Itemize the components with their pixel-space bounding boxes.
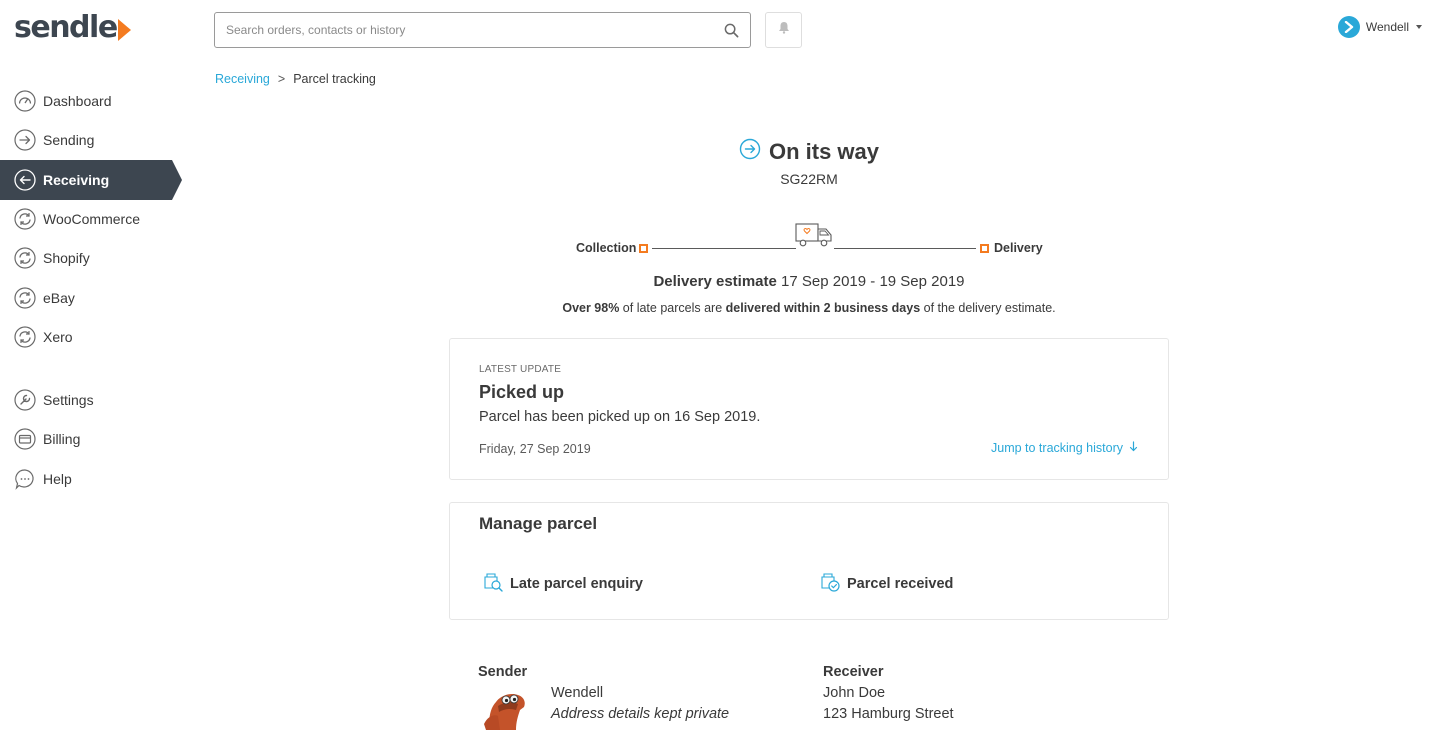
progress-line-left (652, 248, 796, 249)
sidebar-item-billing[interactable]: Billing (0, 419, 172, 459)
manage-parcel-title: Manage parcel (479, 514, 598, 533)
breadcrumb-link-receiving[interactable]: Receiving (215, 72, 270, 86)
progress-start-label: Collection (576, 241, 637, 255)
sendle-logo[interactable]: sendle (14, 12, 131, 44)
receiver-address: 123 Hamburg Street (823, 706, 954, 722)
sidebar-item-label: Sending (43, 132, 95, 148)
sender-label: Sender (478, 664, 528, 680)
search-bar[interactable] (214, 12, 751, 48)
sidebar-item-label: Xero (43, 329, 73, 345)
parcel-check-icon (819, 571, 841, 597)
arrow-right-circle-icon (739, 138, 761, 165)
late-note-emphasis: delivered within 2 business days (725, 301, 921, 315)
progress-start-marker (639, 244, 648, 253)
logo-arrow-icon (117, 18, 131, 41)
jump-to-history-link[interactable]: Jump to tracking history (991, 441, 1138, 455)
status-title: On its way (768, 138, 880, 164)
sidebar-item-label: Help (43, 471, 72, 487)
jump-link-label: Jump to tracking history (991, 441, 1123, 455)
sidebar-item-label: Billing (43, 431, 81, 447)
latest-update-card: LATEST UPDATE Picked up Parcel has been … (449, 338, 1169, 480)
receiver-label: Receiver (823, 664, 884, 680)
dashboard-icon (14, 90, 36, 112)
sidebar-item-sending[interactable]: Sending (0, 120, 172, 160)
latest-update-title: Picked up (479, 382, 565, 402)
bell-icon (778, 21, 790, 39)
sidebar-item-label: eBay (43, 290, 75, 306)
sender-address: Address details kept private (551, 706, 730, 722)
receiver-name: John Doe (823, 685, 886, 701)
progress-line-right (834, 248, 976, 249)
latest-update-date: Friday, 27 Sep 2019 (479, 442, 591, 456)
late-parcel-enquiry-button[interactable]: Late parcel enquiry (482, 571, 643, 597)
parcel-received-button[interactable]: Parcel received (819, 571, 953, 597)
progress-end-marker (980, 244, 989, 253)
user-name: Wendell (1365, 20, 1409, 34)
search-icon[interactable] (723, 22, 739, 38)
sync-icon (14, 247, 36, 269)
arrow-left-circle-icon (14, 169, 36, 191)
sidebar-item-label: WooCommerce (43, 211, 140, 227)
avatar (1337, 16, 1360, 38)
late-parcel-note: Over 98% of late parcels are delivered w… (500, 301, 1118, 315)
wrench-icon (14, 389, 36, 411)
card-icon (14, 428, 36, 450)
sender-name: Wendell (551, 685, 604, 701)
chevron-down-icon (1416, 25, 1422, 29)
late-note-percent: Over 98% (562, 301, 620, 315)
sidebar-item-receiving[interactable]: Receiving (0, 160, 182, 200)
delivery-progress: Collection Delivery (560, 220, 1060, 260)
late-note-text-1: of late parcels are (619, 301, 726, 315)
sidebar-item-settings[interactable]: Settings (0, 380, 172, 420)
arrow-right-circle-icon (14, 129, 36, 151)
sync-icon (14, 287, 36, 309)
status-header: On its way (580, 138, 1038, 165)
estimate-range: 17 Sep 2019 - 19 Sep 2019 (781, 273, 965, 290)
logo-text: sendle (14, 10, 118, 45)
delivery-truck-icon (794, 220, 834, 250)
breadcrumb-separator: > (277, 72, 286, 86)
sidebar-item-label: Shopify (43, 250, 90, 266)
breadcrumb-current: Parcel tracking (293, 72, 376, 86)
chat-icon (14, 468, 36, 490)
sidebar-item-label: Settings (43, 392, 94, 408)
late-note-text-2: of the delivery estimate. (920, 301, 1056, 315)
tracking-number: SG22RM (780, 171, 838, 187)
notifications-button[interactable] (765, 12, 802, 48)
sidebar-item-shopify[interactable]: Shopify (0, 238, 172, 278)
user-menu[interactable]: Wendell (1337, 16, 1422, 38)
sync-icon (14, 208, 36, 230)
sidebar-item-label: Receiving (43, 172, 110, 188)
sidebar-item-woocommerce[interactable]: WooCommerce (0, 199, 172, 239)
breadcrumb: Receiving > Parcel tracking (215, 72, 376, 86)
sidebar-item-help[interactable]: Help (0, 459, 172, 499)
sidebar-item-ebay[interactable]: eBay (0, 278, 172, 318)
latest-update-eyebrow: LATEST UPDATE (479, 364, 562, 375)
latest-update-description: Parcel has been picked up on 16 Sep 2019… (479, 409, 761, 425)
sender-avatar (480, 686, 532, 730)
sidebar-item-label: Dashboard (43, 93, 112, 109)
parcel-search-icon (482, 571, 504, 597)
sidebar-item-xero[interactable]: Xero (0, 317, 172, 357)
sidebar-item-dashboard[interactable]: Dashboard (0, 81, 172, 121)
late-parcel-enquiry-label: Late parcel enquiry (510, 576, 643, 592)
sync-icon (14, 326, 36, 348)
progress-end-label: Delivery (994, 241, 1043, 255)
delivery-estimate: Delivery estimate 17 Sep 2019 - 19 Sep 2… (520, 273, 1098, 290)
estimate-label: Delivery estimate (653, 273, 777, 290)
parcel-received-label: Parcel received (847, 576, 954, 592)
manage-parcel-card: Manage parcel Late parcel enquiry Parcel… (449, 502, 1169, 620)
search-input[interactable] (226, 23, 723, 37)
arrow-down-icon (1129, 441, 1138, 455)
